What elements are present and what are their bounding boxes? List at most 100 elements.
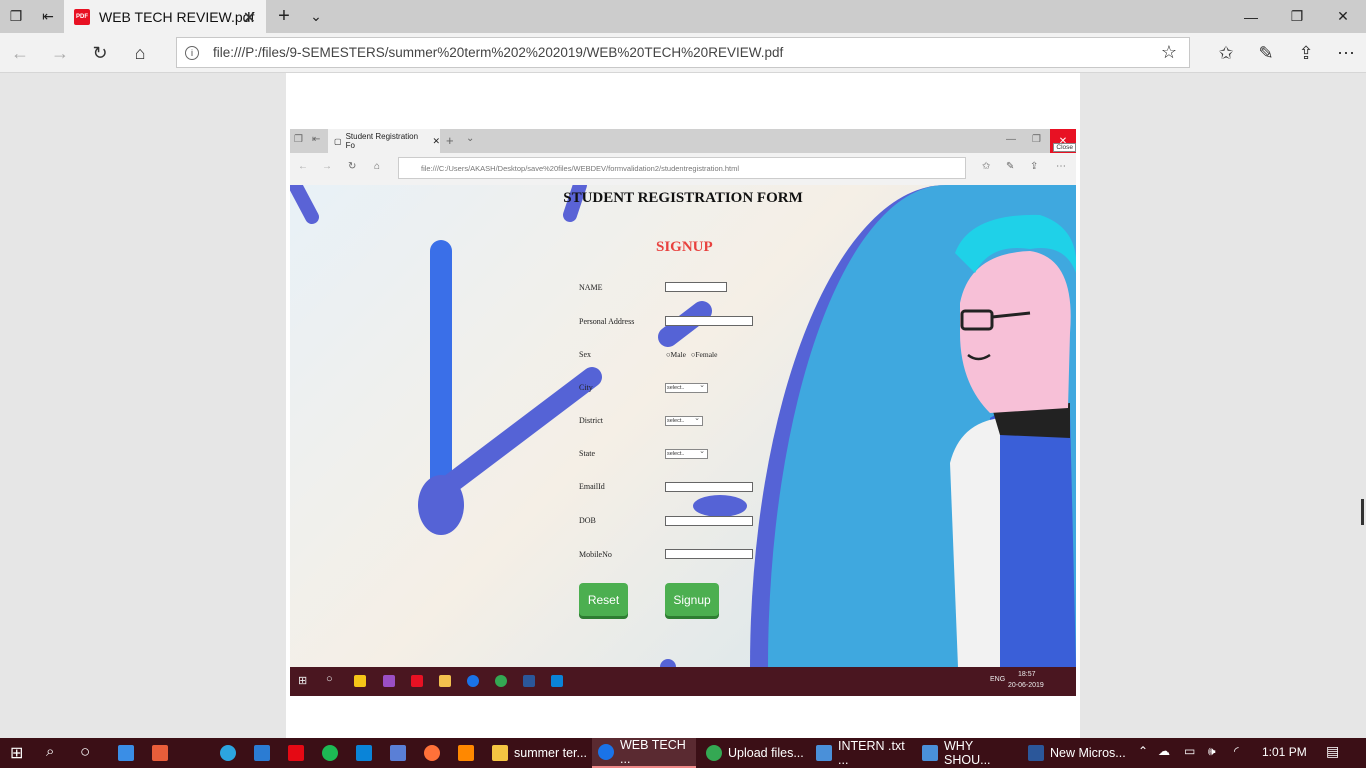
inner-explorer-icon xyxy=(439,675,451,687)
chevron-down-icon[interactable]: ⌄ xyxy=(300,0,332,33)
inner-cortana-icon: ○ xyxy=(326,673,333,685)
restore-button[interactable]: ❐ xyxy=(1274,0,1320,33)
taskbar-app-label: Upload files... xyxy=(728,746,804,760)
start-icon[interactable]: ⊞ xyxy=(10,743,23,763)
firefox-icon[interactable] xyxy=(424,745,440,761)
scrollbar-thumb[interactable] xyxy=(1361,499,1364,525)
battery-icon[interactable]: ▭ xyxy=(1184,744,1195,758)
label-name: NAME xyxy=(579,283,603,292)
minimize-button[interactable]: — xyxy=(1228,0,1274,33)
taskbar-app-5[interactable]: New Micros... xyxy=(1022,738,1128,768)
inner-time: 18:57 xyxy=(1018,671,1036,678)
close-tab-icon[interactable]: ✕ xyxy=(243,8,256,28)
back-icon[interactable]: ← xyxy=(0,33,40,73)
onedrive-icon[interactable]: ☁ xyxy=(1158,744,1170,758)
chrome-icon xyxy=(706,745,722,761)
label-mobile: MobileNo xyxy=(579,550,612,559)
reset-button[interactable]: Reset xyxy=(579,583,628,616)
dob-input[interactable] xyxy=(665,516,753,526)
label-state: State xyxy=(579,449,595,458)
vscode-icon[interactable] xyxy=(356,745,372,761)
taskbar-app-0[interactable]: summer ter... xyxy=(486,738,590,768)
inner-taskbar: ⊞ ○ ENG 18:57 20-06-2019 xyxy=(290,667,1076,696)
inner-navbar: ← → ↻ ⌂ file:///C:/Users/AKASH/Desktop/s… xyxy=(290,153,1076,185)
tab-actions-icon[interactable]: ❐ xyxy=(0,0,32,33)
favorite-star-icon[interactable]: ☆ xyxy=(1161,42,1177,63)
taskbar-app-label: INTERN .txt ... xyxy=(838,739,905,767)
search-icon[interactable]: ⌕ xyxy=(46,743,54,760)
inner-page-icon: ▢ xyxy=(334,136,342,146)
inner-date: 20-06-2019 xyxy=(1008,682,1044,689)
mobile-input[interactable] xyxy=(665,549,753,559)
refresh-icon[interactable]: ↻ xyxy=(80,33,120,73)
address-input[interactable] xyxy=(665,316,753,326)
pen-icon[interactable]: ✎ xyxy=(1246,33,1286,73)
district-select[interactable]: select.. xyxy=(665,415,703,426)
taskbar-app-2[interactable]: Upload files... xyxy=(700,738,806,768)
wifi-icon[interactable]: ◜ xyxy=(1234,744,1239,758)
embedded-screenshot: ❐ ⇤ ▢ Student Registration Fo ✕ + ⌄ — ❐ … xyxy=(290,129,1076,696)
edge-icon xyxy=(598,744,614,760)
favorites-icon[interactable]: ✩ xyxy=(1206,33,1246,73)
cortana-icon[interactable]: ○ xyxy=(80,742,90,762)
signup-button[interactable]: Signup xyxy=(665,583,719,616)
taskbar-clock[interactable]: 1:01 PM xyxy=(1262,745,1307,759)
inner-favorites-icon: ✩ xyxy=(982,161,991,172)
email-input[interactable] xyxy=(665,482,753,492)
inner-edge-icon xyxy=(467,675,479,687)
spotify-icon[interactable] xyxy=(322,745,338,761)
student-illustration xyxy=(950,214,1076,667)
taskbar-app-4[interactable]: WHY SHOU... xyxy=(916,738,1020,768)
inner-word-icon xyxy=(523,675,535,687)
chevron-up-icon[interactable]: ⌃ xyxy=(1138,744,1148,758)
app-p-icon[interactable] xyxy=(152,745,168,761)
inner-lang: ENG xyxy=(990,676,1006,683)
pdf-page: ❐ ⇤ ▢ Student Registration Fo ✕ + ⌄ — ❐ … xyxy=(286,73,1080,738)
inner-home-icon: ⌂ xyxy=(374,161,381,172)
inner-forward-icon: → xyxy=(322,161,332,172)
taskbar-app-label: New Micros... xyxy=(1050,746,1126,760)
more-icon[interactable]: ⋯ xyxy=(1326,33,1366,73)
taskbar-app-3[interactable]: INTERN .txt ... xyxy=(810,738,914,768)
registration-page: STUDENT REGISTRATION FORM SIGNUP NAME Pe… xyxy=(290,185,1076,667)
word-icon xyxy=(1028,745,1044,761)
telegram-icon[interactable] xyxy=(220,745,236,761)
volume-icon[interactable]: 🕪 xyxy=(1208,744,1216,759)
inner-address-text: file:///C:/Users/AKASH/Desktop/save%20fi… xyxy=(421,163,740,173)
mail-icon[interactable] xyxy=(254,745,270,761)
name-input[interactable] xyxy=(665,282,727,292)
netflix-icon[interactable] xyxy=(288,745,304,761)
pdf-viewer: ❐ ⇤ ▢ Student Registration Fo ✕ + ⌄ — ❐ … xyxy=(0,73,1366,738)
share-icon[interactable]: ⇪ xyxy=(1286,33,1326,73)
taskbar-app-label: WHY SHOU... xyxy=(944,739,991,767)
female-label: Female xyxy=(695,350,718,359)
inner-start-icon: ⊞ xyxy=(298,675,308,687)
inner-onenote-icon xyxy=(383,675,395,687)
male-label: Male xyxy=(670,350,686,359)
home-icon[interactable]: ⌂ xyxy=(120,33,160,73)
taskbar-app-1[interactable]: WEB TECH ... xyxy=(592,738,696,768)
close-window-button[interactable]: ✕ xyxy=(1320,0,1366,33)
action-center-icon[interactable]: ▤ xyxy=(1326,743,1339,760)
tab-web-tech-review[interactable]: PDF WEB TECH REVIEW.pdf ✕ xyxy=(64,0,266,33)
phone-icon[interactable] xyxy=(118,745,134,761)
label-sex: Sex xyxy=(579,350,591,359)
folder-icon xyxy=(492,745,508,761)
set-tabs-aside-icon[interactable]: ⇤ xyxy=(32,0,64,33)
vlc-icon[interactable] xyxy=(458,745,474,761)
inner-tab-close-icon: ✕ xyxy=(432,135,440,146)
label-address: Personal Address xyxy=(579,317,635,326)
forward-icon[interactable]: → xyxy=(40,33,80,73)
label-dob: DOB xyxy=(579,516,596,525)
label-email: EmailId xyxy=(579,482,605,491)
inner-share-icon: ⇪ xyxy=(1030,161,1039,172)
info-icon[interactable]: i xyxy=(185,45,199,60)
paint-icon[interactable] xyxy=(390,745,406,761)
new-tab-icon[interactable]: + xyxy=(268,0,300,33)
inner-more-icon: ⋯ xyxy=(1056,161,1066,172)
address-text: file:///P:/files/9-SEMESTERS/summer%20te… xyxy=(213,45,784,60)
address-bar[interactable]: i file:///P:/files/9-SEMESTERS/summer%20… xyxy=(176,37,1190,68)
state-select[interactable]: select.. xyxy=(665,448,708,459)
inner-tab-actions-icon: ❐ xyxy=(294,134,303,145)
city-select[interactable]: select.. xyxy=(665,382,708,393)
